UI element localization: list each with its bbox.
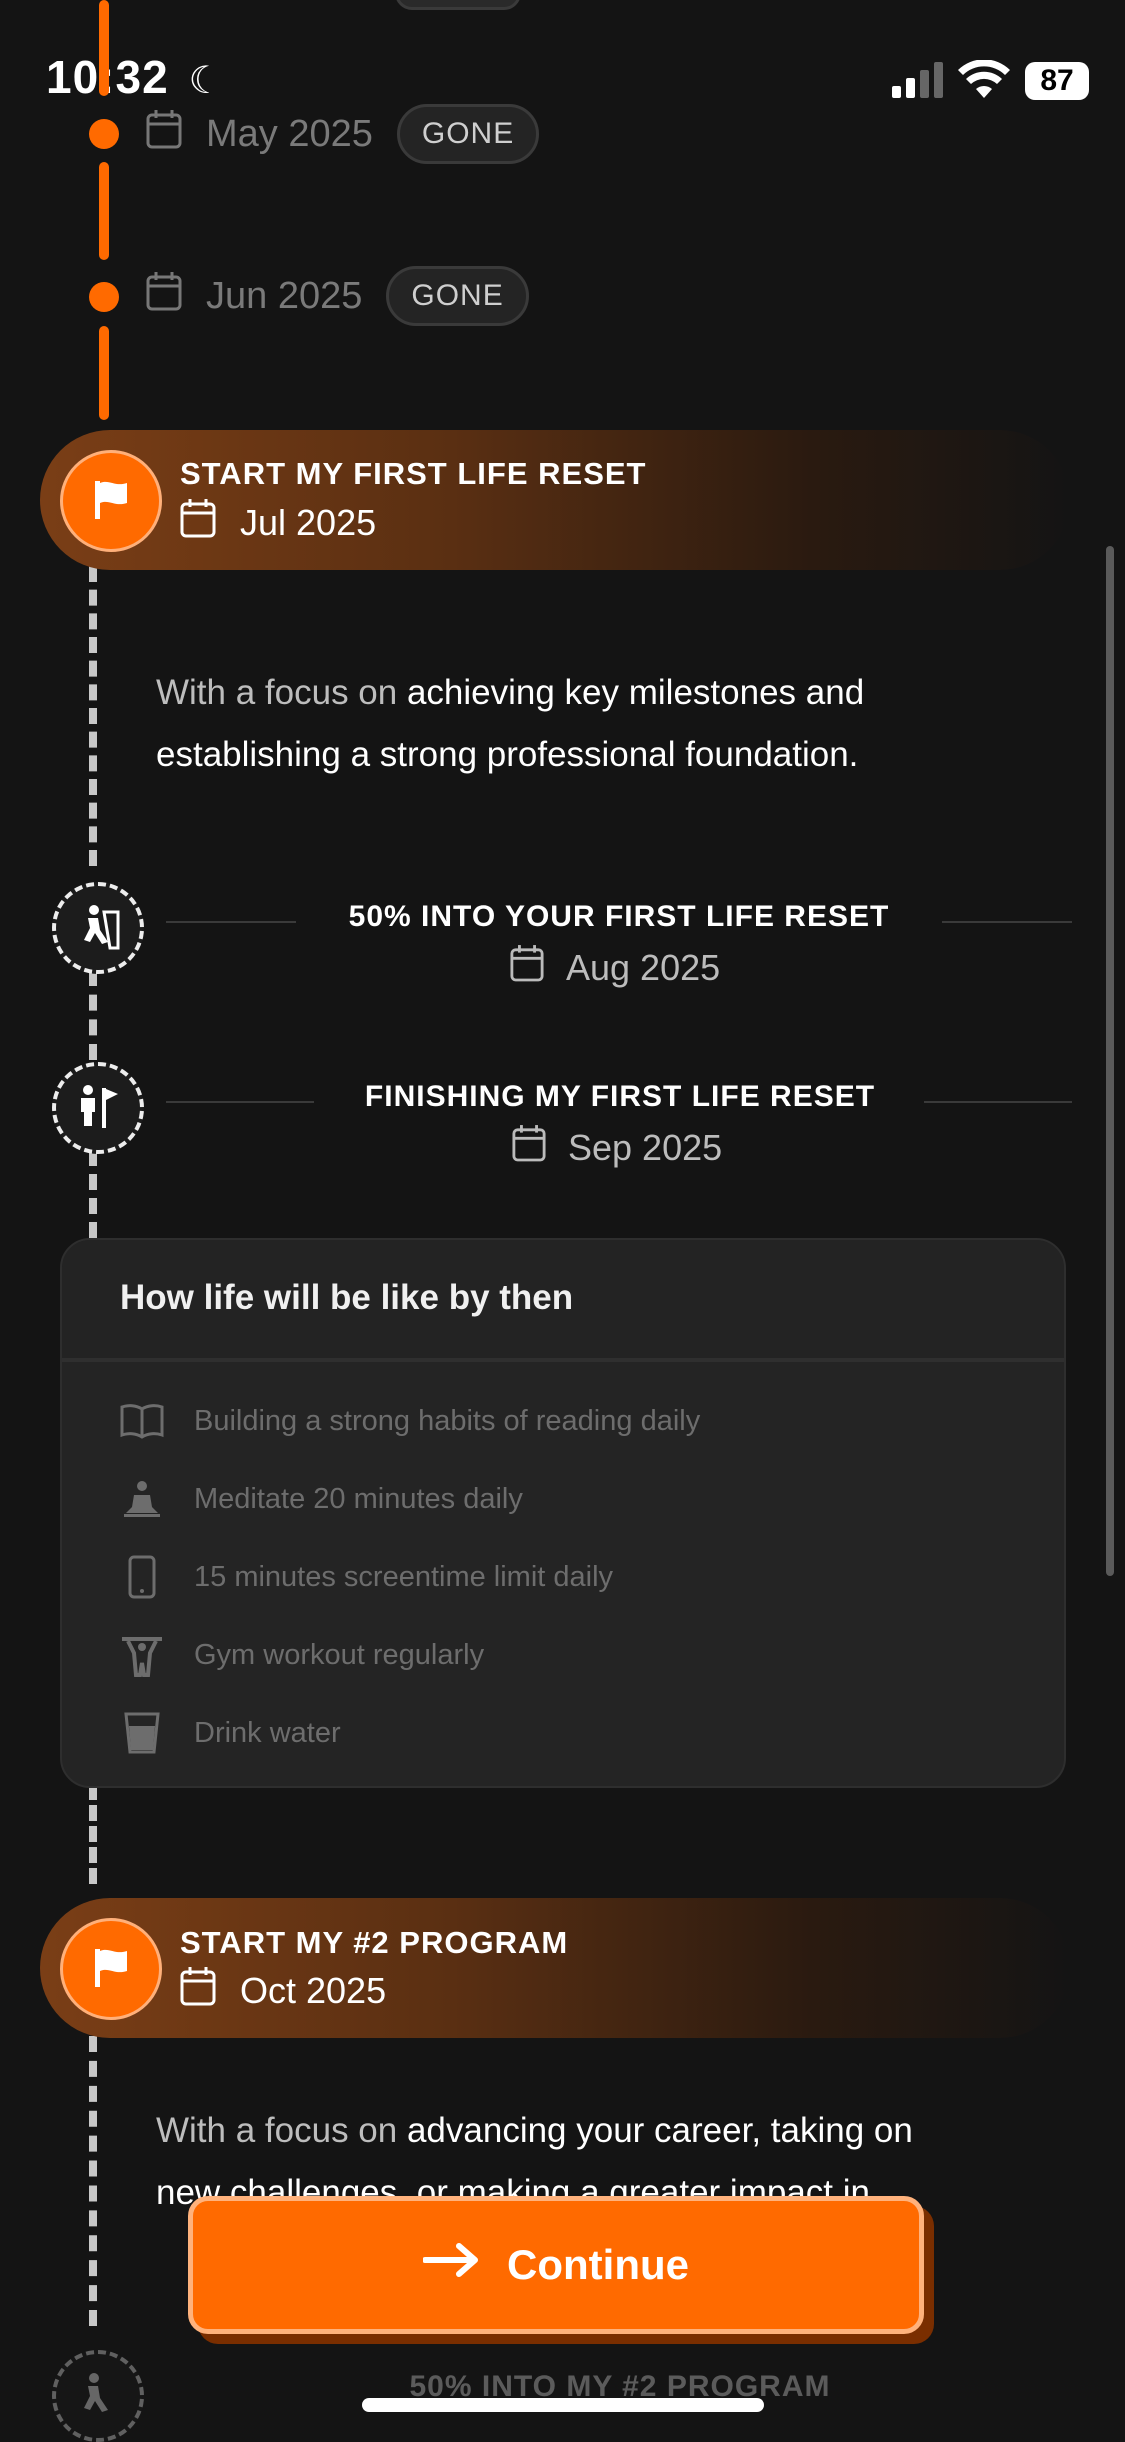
habit-item: Gym workout regularly [120, 1630, 484, 1680]
status-time: 10:32 ☾ [46, 50, 224, 104]
scrolled-pill-remnant [395, 0, 521, 10]
water-glass-icon [120, 1711, 164, 1755]
book-icon [120, 1399, 164, 1443]
continue-label: Continue [507, 2241, 689, 2288]
milestone-badge [52, 882, 144, 974]
arrow-right-icon [422, 2240, 483, 2290]
timeline-dashed-segment [89, 566, 97, 866]
weightlifting-icon [120, 1633, 164, 1677]
timeline-solid-segment [99, 0, 109, 96]
life-preview-card: How life will be like by then Building a… [60, 1238, 1066, 1788]
program-date: Oct 2025 [180, 1966, 386, 2015]
card-title: How life will be like by then [120, 1278, 574, 1317]
habit-text: Gym workout regularly [194, 1638, 485, 1671]
program-flag-badge [60, 1918, 162, 2020]
past-month-label: Jun 2025 [206, 274, 363, 317]
milestone-divider [166, 921, 296, 923]
calendar-icon [510, 944, 544, 991]
milestone-date-label: Aug 2025 [566, 946, 721, 988]
habit-text: Drink water [194, 1716, 341, 1749]
habit-item: Meditate 20 minutes daily [120, 1474, 523, 1524]
timeline-dashed-segment [89, 970, 97, 1060]
wifi-icon [958, 59, 1010, 105]
habit-text: 15 minutes screentime limit daily [194, 1560, 614, 1593]
milestone-title: FINISHING MY FIRST LIFE RESET [364, 1080, 876, 1113]
timeline-solid-segment [99, 162, 109, 260]
timeline-dot [89, 119, 119, 149]
program-date-label: Oct 2025 [240, 1969, 387, 2011]
signal-icon [892, 62, 944, 103]
person-flag-icon [74, 1082, 122, 1135]
gone-badge: GONE [386, 266, 529, 326]
climbing-icon [74, 2370, 122, 2423]
calendar-icon [180, 1966, 216, 2015]
program-description: With a focus on achieving key milestones… [156, 673, 865, 774]
meditation-icon [120, 1477, 164, 1521]
timeline-dot [89, 282, 119, 312]
milestone-badge [52, 2350, 144, 2442]
battery-indicator: 87 [1025, 62, 1089, 100]
habit-item: 15 minutes screentime limit daily [120, 1552, 613, 1602]
past-month-row: Jun 2025 GONE [146, 266, 529, 326]
flag-icon [89, 477, 133, 526]
milestone-date: Aug 2025 [510, 944, 720, 991]
calendar-icon [180, 498, 216, 547]
gone-badge: GONE [396, 104, 540, 164]
milestone-date-label: Sep 2025 [568, 1126, 723, 1168]
scrollbar[interactable] [1106, 546, 1114, 1576]
habit-item: Building a strong habits of reading dail… [120, 1396, 700, 1446]
calendar-icon [146, 109, 182, 159]
program-flag-badge [60, 450, 162, 552]
program-title: START MY FIRST LIFE RESET [180, 456, 647, 491]
past-month-row: May 2025 GONE [146, 104, 540, 164]
home-indicator[interactable] [362, 2398, 764, 2412]
phone-icon [120, 1555, 164, 1599]
program-title: START MY #2 PROGRAM [180, 1925, 569, 1960]
habit-item: Drink water [120, 1708, 341, 1758]
program-date-label: Jul 2025 [240, 501, 377, 543]
milestone-badge [52, 1062, 144, 1154]
calendar-icon [512, 1124, 546, 1171]
continue-button[interactable]: Continue [188, 2196, 924, 2334]
milestone-title: 50% INTO YOUR FIRST LIFE RESET [348, 900, 890, 933]
climbing-icon [74, 902, 122, 955]
flag-icon [89, 1945, 133, 1994]
timeline-dashed-segment [89, 1150, 97, 1238]
timeline-dashed-segment [89, 1784, 97, 1884]
calendar-icon [146, 271, 182, 321]
program-date: Jul 2025 [180, 498, 376, 547]
habit-text: Meditate 20 minutes daily [194, 1482, 523, 1515]
habit-text: Building a strong habits of reading dail… [194, 1404, 701, 1437]
milestone-divider [924, 1101, 1072, 1103]
timeline-dashed-segment [89, 2036, 97, 2326]
timeline-solid-segment [99, 326, 109, 420]
moon-icon: ☾ [188, 60, 224, 102]
card-header: How life will be like by then [62, 1240, 1064, 1362]
milestone-divider [166, 1101, 314, 1103]
past-month-label: May 2025 [206, 112, 373, 155]
milestone-date: Sep 2025 [512, 1124, 722, 1171]
milestone-divider [942, 921, 1072, 923]
